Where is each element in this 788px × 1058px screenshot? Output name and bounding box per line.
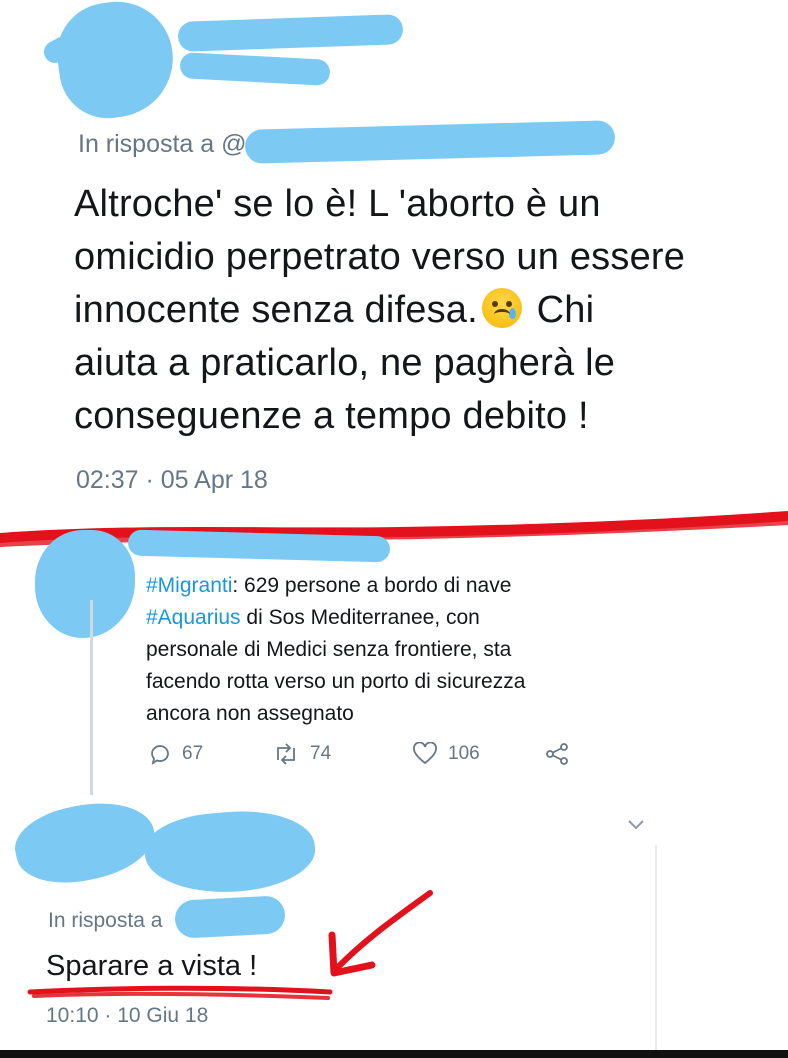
quoted-tweet-text: #Migranti: 629 persone a bordo di nave #…	[146, 574, 526, 725]
thread-line	[90, 600, 93, 795]
redacted-avatar-2	[35, 530, 135, 638]
reply-to-label: In risposta a	[48, 909, 163, 932]
like-button[interactable]: 106	[412, 742, 480, 766]
hashtag-link[interactable]: #Migranti	[146, 574, 232, 597]
redacted-handle	[179, 52, 331, 86]
redacted-avatar-3	[8, 791, 162, 894]
redacted-reply-handle	[244, 120, 616, 164]
bottom-edge	[0, 1050, 788, 1058]
redacted-username	[177, 14, 404, 52]
retweet-button[interactable]: 74	[272, 742, 331, 766]
heart-icon	[413, 742, 437, 765]
chevron-down-icon[interactable]	[626, 818, 646, 832]
reply-icon	[151, 745, 169, 765]
reply-button[interactable]: 67	[148, 742, 203, 766]
tweet-timestamp: 10:10 · 10 Giu 18	[46, 1004, 209, 1027]
redacted-reply-handle-2	[174, 895, 286, 939]
retweet-icon	[277, 743, 295, 765]
tweet-timestamp: 02:37 · 05 Apr 18	[76, 466, 268, 494]
share-button[interactable]	[545, 742, 569, 766]
retweet-count: 74	[310, 743, 332, 764]
divider	[655, 845, 657, 1058]
hashtag-link[interactable]: #Aquarius	[146, 606, 241, 629]
like-count: 106	[448, 743, 480, 764]
reply-count: 67	[182, 743, 204, 764]
tweet-text: Altroche' se lo è! L 'aborto è un omicid…	[74, 183, 686, 437]
red-arrow-annotation	[328, 890, 433, 977]
share-icon	[546, 743, 568, 765]
redacted-username-3	[141, 804, 319, 900]
reply-to-label: In risposta a @	[78, 130, 247, 158]
crying-face-icon	[481, 288, 522, 328]
